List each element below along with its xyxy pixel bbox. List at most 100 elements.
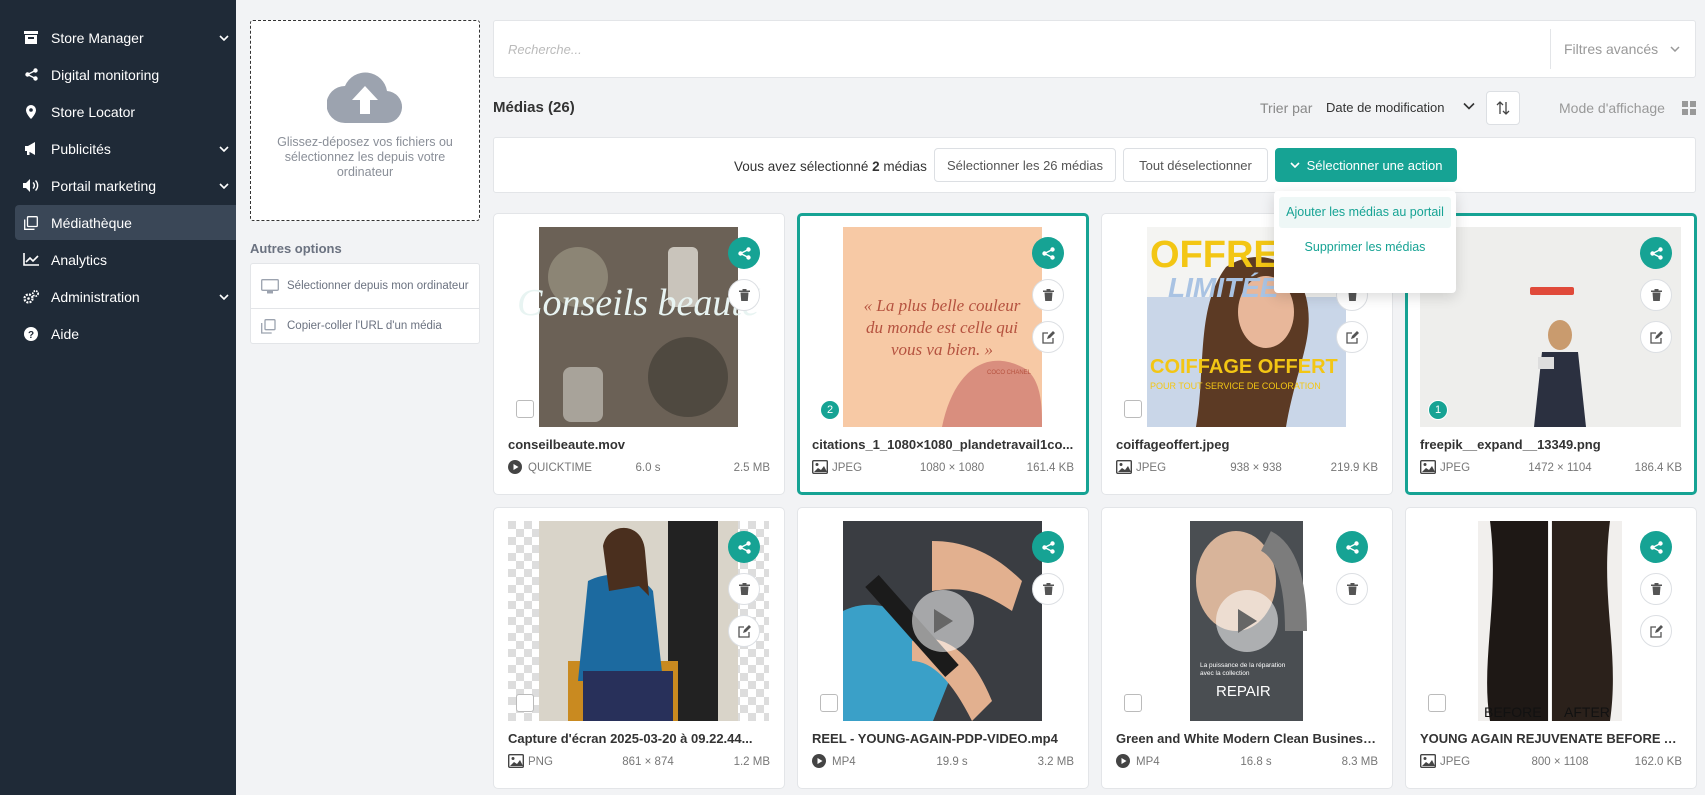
select-all-button[interactable]: Sélectionner les 26 médias <box>934 148 1116 182</box>
share-icon <box>1649 246 1663 260</box>
media-card[interactable]: Conseils beauté conseilbeaute.mov QUICKT… <box>493 213 785 495</box>
advanced-filters-toggle[interactable]: Filtres avancés <box>1550 29 1695 69</box>
sidebar-item-publicites[interactable]: Publicités <box>15 131 236 166</box>
thumb-quote-author: COCO CHANEL <box>987 370 1032 376</box>
chevron-down-icon <box>1670 46 1680 52</box>
media-dimension: 6.0 s <box>635 462 661 474</box>
video-play-icon <box>812 754 826 771</box>
media-type: JPEG <box>1440 756 1471 768</box>
edit-button[interactable] <box>1640 615 1672 647</box>
edit-button[interactable] <box>1032 321 1064 353</box>
sidebar-item-store-manager[interactable]: Store Manager <box>15 20 236 55</box>
store-icon <box>23 30 39 46</box>
share-button[interactable] <box>728 531 760 563</box>
paste-url-option[interactable]: Copier-coller l'URL d'un média <box>250 309 480 344</box>
media-meta: JPEG 938 × 938 219.9 KB <box>1115 459 1378 477</box>
media-type: PNG <box>528 756 553 768</box>
sidebar-item-administration[interactable]: Administration <box>15 279 236 314</box>
delete-button[interactable] <box>1032 279 1064 311</box>
deselect-all-button[interactable]: Tout déselectionner <box>1123 148 1268 182</box>
chevron-down-icon <box>1463 102 1475 110</box>
thumb-text: LIMITÉE <box>1168 272 1280 303</box>
sort-direction-button[interactable] <box>1486 91 1520 125</box>
selection-order-badge[interactable]: 1 <box>1428 400 1448 420</box>
play-button[interactable] <box>1215 590 1278 652</box>
media-type: MP4 <box>832 756 856 768</box>
media-size: 186.4 KB <box>1634 462 1682 474</box>
trash-icon <box>1650 289 1662 301</box>
image-icon <box>811 459 829 477</box>
media-filename: Green and White Modern Clean Business... <box>1116 731 1378 746</box>
share-icon <box>23 67 39 83</box>
share-button[interactable] <box>1640 531 1672 563</box>
add-to-portal-menu-item[interactable]: Ajouter les médias au portail <box>1279 197 1451 228</box>
select-checkbox[interactable] <box>1124 694 1142 712</box>
delete-button[interactable] <box>728 279 760 311</box>
select-checkbox[interactable] <box>516 400 534 418</box>
share-icon <box>1345 540 1359 554</box>
media-filename: coiffageoffert.jpeg <box>1116 437 1230 452</box>
media-dimension: 1472 × 1104 <box>1528 462 1592 474</box>
sidebar-item-mediatheque[interactable]: Médiathèque <box>15 205 236 240</box>
delete-button[interactable] <box>1336 573 1368 605</box>
select-checkbox[interactable] <box>516 694 534 712</box>
delete-button[interactable] <box>1640 573 1672 605</box>
sidebar: Store Manager Digital monitoring Store L… <box>0 0 236 795</box>
media-card[interactable]: Capture d'écran 2025-03-20 à 09.22.44...… <box>493 507 785 789</box>
share-button[interactable] <box>1032 237 1064 269</box>
sidebar-item-aide[interactable]: ? Aide <box>15 316 236 351</box>
upload-dropzone[interactable]: Glissez-déposez vos fichiers ou sélectio… <box>250 20 480 221</box>
advanced-filters-label: Filtres avancés <box>1564 41 1659 57</box>
media-card[interactable]: La puissance de la réparation avec la co… <box>1101 507 1393 789</box>
trash-icon <box>1346 583 1358 595</box>
edit-button[interactable] <box>728 615 760 647</box>
media-card[interactable]: « La plus belle couleur du monde est cel… <box>797 213 1089 495</box>
sidebar-item-store-locator[interactable]: Store Locator <box>15 94 236 129</box>
delete-button[interactable] <box>728 573 760 605</box>
media-dimension: 861 × 874 <box>622 756 674 768</box>
play-button[interactable] <box>911 590 974 652</box>
media-card[interactable]: REEL - YOUNG-AGAIN-PDP-VIDEO.mp4 MP4 19.… <box>797 507 1089 789</box>
share-button[interactable] <box>1336 531 1368 563</box>
share-icon <box>1649 540 1663 554</box>
media-meta: PNG 861 × 874 1.2 MB <box>507 753 770 770</box>
select-checkbox[interactable] <box>1428 694 1446 712</box>
share-icon <box>737 540 751 554</box>
selection-count: 2 <box>872 159 880 174</box>
cogs-icon <box>23 289 39 305</box>
media-type: QUICKTIME <box>528 462 592 474</box>
thumb-text: OFFRE <box>1150 234 1279 276</box>
media-card[interactable]: BEFORE AFTER YOUNG AGAIN REJUVENATE BEFO… <box>1405 507 1697 789</box>
delete-button[interactable] <box>1640 279 1672 311</box>
sidebar-item-portail-marketing[interactable]: Portail marketing <box>15 168 236 203</box>
edit-icon <box>1649 330 1663 344</box>
media-filename: freepik__expand__13349.png <box>1420 437 1601 452</box>
edit-icon <box>737 624 751 638</box>
media-dimension: 938 × 938 <box>1230 462 1282 474</box>
select-checkbox[interactable] <box>1124 400 1142 418</box>
sidebar-item-digital-monitoring[interactable]: Digital monitoring <box>15 57 236 92</box>
share-icon <box>737 246 751 260</box>
thumb-text: AFTER <box>1564 704 1610 720</box>
search-input[interactable] <box>508 21 1408 77</box>
media-type: JPEG <box>1440 462 1471 474</box>
upload-instructions: Glissez-déposez vos fichiers ou sélectio… <box>277 135 453 179</box>
edit-button[interactable] <box>1336 321 1368 353</box>
select-checkbox[interactable] <box>820 694 838 712</box>
share-button[interactable] <box>728 237 760 269</box>
select-from-computer-label: Sélectionner depuis mon ordinateur <box>287 280 469 292</box>
image-icon <box>1115 459 1133 477</box>
media-dimension: 800 × 1108 <box>1531 756 1589 768</box>
grid-view-icon[interactable] <box>1682 101 1696 115</box>
select-action-button[interactable]: Sélectionner une action <box>1275 148 1457 182</box>
select-from-computer-option[interactable]: Sélectionner depuis mon ordinateur <box>250 263 480 309</box>
sort-select[interactable]: Date de modification <box>1326 92 1476 122</box>
share-button[interactable] <box>1032 531 1064 563</box>
edit-button[interactable] <box>1640 321 1672 353</box>
selection-order-badge[interactable]: 2 <box>820 400 840 420</box>
sidebar-item-analytics[interactable]: Analytics <box>15 242 236 277</box>
chart-line-icon <box>23 252 39 268</box>
delete-media-menu-item[interactable]: Supprimer les médias <box>1279 232 1451 263</box>
share-button[interactable] <box>1640 237 1672 269</box>
delete-button[interactable] <box>1032 573 1064 605</box>
